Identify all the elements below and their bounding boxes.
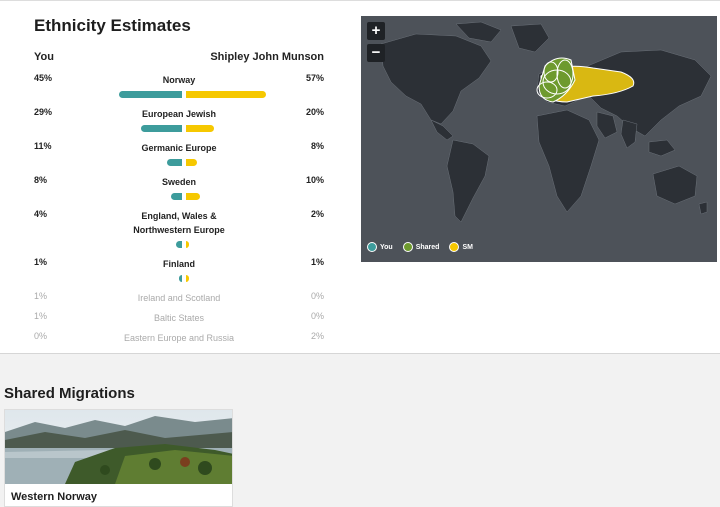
region-name: European Jewish	[141, 109, 217, 119]
match-header[interactable]: Shipley John Munson	[210, 51, 324, 63]
you-percent: 1%	[34, 311, 48, 321]
you-bar	[176, 241, 182, 248]
you-percent: 1%	[34, 291, 48, 301]
region-name: England, Wales & Northwestern Europe	[133, 211, 225, 235]
match-bar	[186, 159, 198, 166]
migration-name: Western Norway	[11, 491, 97, 503]
legend-dot-you	[367, 242, 377, 252]
ethnicity-map[interactable]: + − You Shared SM	[361, 16, 717, 262]
match-bar	[186, 241, 189, 248]
you-bar	[141, 125, 182, 132]
migration-card-western-norway[interactable]: Western Norway	[4, 409, 233, 507]
ethnicity-row-european-jewish[interactable]: 29% European Jewish 20%	[34, 107, 324, 137]
match-bar	[186, 275, 189, 282]
legend-label: You	[380, 243, 393, 251]
legend-item-shared: Shared	[402, 242, 440, 252]
ethnicity-row-ireland-scotland[interactable]: 1% Ireland and Scotland 0%	[34, 291, 324, 305]
ethnicity-row-norway[interactable]: 45% Norway 57%	[34, 73, 324, 103]
match-percent: 57%	[305, 73, 324, 83]
world-map-graphic	[380, 21, 712, 223]
section-title-ethnicity: Ethnicity Estimates	[34, 16, 191, 35]
you-bar	[119, 91, 182, 98]
you-bar	[170, 193, 182, 200]
you-percent: 4%	[34, 209, 48, 219]
you-percent: 1%	[34, 257, 48, 267]
zoom-in-button[interactable]: +	[367, 22, 385, 40]
legend-label: SM	[462, 243, 473, 251]
ethnicity-row-finland[interactable]: 1% Finland 1%	[34, 257, 324, 287]
legend-item-you: You	[367, 242, 393, 252]
ethnicity-row-sweden[interactable]: 8% Sweden 10%	[34, 175, 324, 205]
you-bar	[166, 159, 182, 166]
you-header: You	[34, 51, 54, 63]
you-percent: 45%	[34, 73, 53, 83]
you-percent: 11%	[34, 141, 52, 151]
match-percent: 20%	[305, 107, 324, 117]
match-percent: 2%	[310, 209, 324, 219]
map-legend: You Shared SM	[367, 242, 473, 252]
region-name: Norway	[162, 75, 196, 85]
region-name: Germanic Europe	[141, 143, 217, 153]
match-percent: 1%	[310, 257, 324, 267]
match-percent: 0%	[310, 291, 324, 301]
you-percent: 0%	[34, 331, 48, 341]
ethnicity-row-eastern-europe-russia[interactable]: 0% Eastern Europe and Russia 2%	[34, 331, 324, 345]
ethnicity-row-germanic-europe[interactable]: 11% Germanic Europe 8%	[34, 141, 324, 171]
legend-label: Shared	[415, 243, 440, 251]
section-title-shared-migrations: Shared Migrations	[4, 385, 135, 402]
you-percent: 8%	[34, 175, 48, 185]
ethnicity-panel: Ethnicity Estimates You Shipley John Mun…	[0, 0, 720, 354]
ethnicity-row-baltic-states[interactable]: 1% Baltic States 0%	[34, 311, 324, 325]
match-bar	[186, 91, 266, 98]
region-name: Finland	[163, 259, 195, 269]
legend-dot-shared	[402, 242, 413, 252]
zoom-out-button[interactable]: −	[367, 44, 385, 62]
legend-item-sm: SM	[449, 242, 473, 252]
region-name: Baltic States	[153, 313, 205, 323]
match-bar	[186, 125, 214, 132]
you-percent: 29%	[34, 107, 53, 117]
fjord-landscape-image	[5, 410, 232, 484]
region-name: Sweden	[161, 177, 196, 187]
ethnicity-row-england-wales-nw-europe[interactable]: 4% England, Wales & Northwestern Europe …	[34, 209, 324, 253]
you-bar	[179, 275, 182, 282]
match-percent: 0%	[310, 311, 324, 321]
match-percent: 2%	[310, 331, 324, 341]
match-bar	[186, 193, 200, 200]
match-percent: 8%	[310, 141, 324, 151]
region-name: Ireland and Scotland	[137, 293, 221, 303]
match-percent: 10%	[305, 175, 324, 185]
legend-dot-sm	[449, 242, 460, 252]
region-name: Eastern Europe and Russia	[123, 333, 235, 343]
